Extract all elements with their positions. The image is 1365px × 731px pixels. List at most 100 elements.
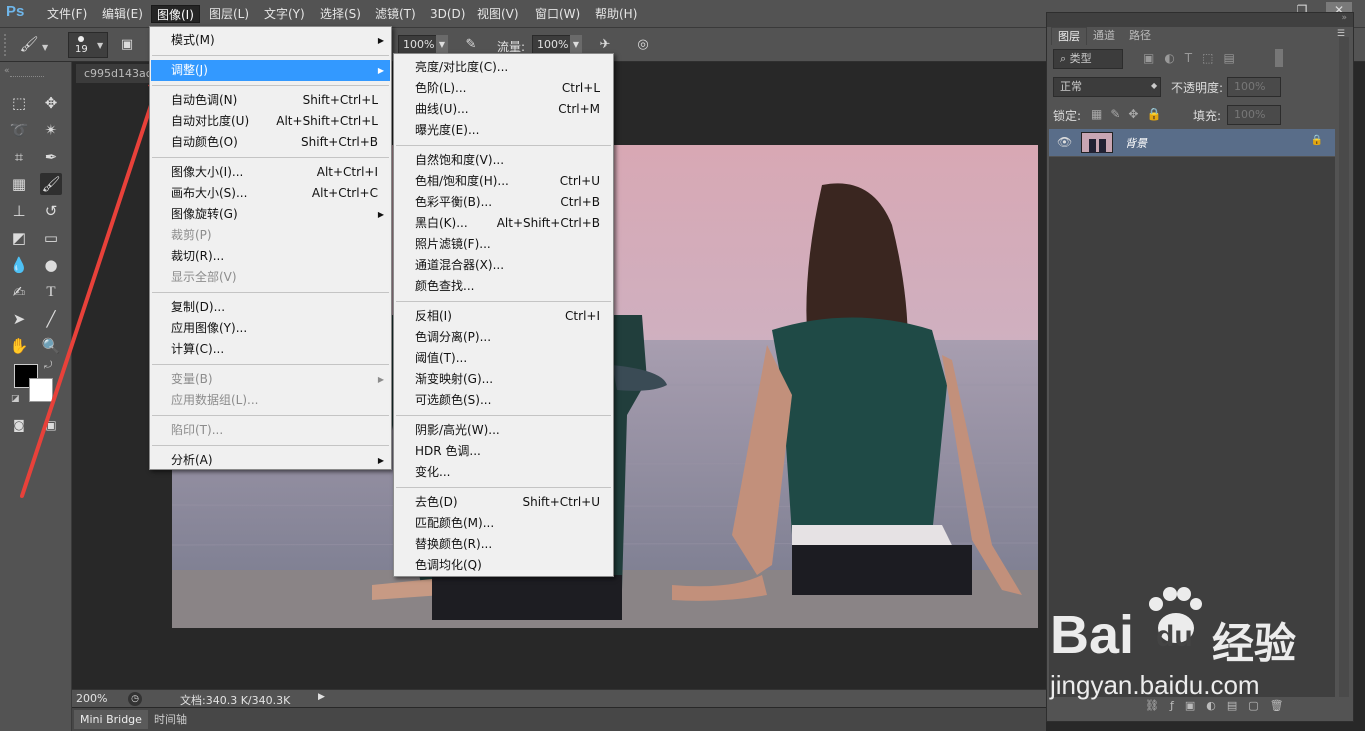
menu-item[interactable]: 阈值(T)... xyxy=(395,348,612,369)
menu-filter[interactable]: 滤镜(T) xyxy=(370,5,421,23)
chevron-down-icon: ◆ xyxy=(1151,81,1158,90)
menu-item[interactable]: 模式(M) ▶ xyxy=(151,30,390,51)
menu-item-label: 通道混合器(X)... xyxy=(415,258,505,272)
menu-item[interactable]: 分析(A) ▶ xyxy=(151,450,390,471)
zoom-level[interactable]: 200% xyxy=(76,692,107,705)
menu-item-label: 色调分离(P)... xyxy=(415,330,492,344)
menu-item-label: 应用数据组(L)... xyxy=(171,393,259,407)
menu-item[interactable]: HDR 色调... xyxy=(395,441,612,462)
status-menu-arrow-icon[interactable]: ▶ xyxy=(318,692,325,702)
flow-dropdown-icon[interactable]: ▼ xyxy=(570,35,582,55)
menu-item[interactable]: 自动色调(N) Shift+Ctrl+L xyxy=(151,90,390,111)
tab-paths[interactable]: 路径 xyxy=(1123,27,1157,45)
menu-item-label: 分析(A) xyxy=(171,453,213,467)
menu-item[interactable]: 图像大小(I)... Alt+Ctrl+I xyxy=(151,162,390,183)
menu-item[interactable]: 照片滤镜(F)... xyxy=(395,234,612,255)
filter-icons[interactable]: ▣◐T⬚▤ xyxy=(1143,51,1245,65)
menu-item-label: HDR 色调... xyxy=(415,444,481,458)
menu-item-label: 曝光度(E)... xyxy=(415,123,480,137)
blend-mode-select[interactable]: 正常 xyxy=(1053,77,1161,97)
tab-channels[interactable]: 通道 xyxy=(1087,27,1121,45)
menu-item[interactable]: 自动颜色(O) Shift+Ctrl+B xyxy=(151,132,390,153)
menu-item-label: 渐变映射(G)... xyxy=(415,372,494,386)
menu-select[interactable]: 选择(S) xyxy=(315,5,366,23)
menu-item[interactable]: 可选颜色(S)... xyxy=(395,390,612,411)
menu-separator xyxy=(152,445,389,446)
menu-separator xyxy=(396,487,611,488)
layer-row-background[interactable]: 👁 背景 🔒 xyxy=(1049,129,1335,156)
menu-item[interactable]: 通道混合器(X)... xyxy=(395,255,612,276)
tab-mini-bridge[interactable]: Mini Bridge xyxy=(74,710,148,729)
menu-separator xyxy=(396,301,611,302)
menu-item[interactable]: 计算(C)... xyxy=(151,339,390,360)
menu-item-label: 显示全部(V) xyxy=(171,270,237,284)
filter-toggle[interactable] xyxy=(1275,49,1283,67)
menu-item[interactable]: 应用图像(Y)... xyxy=(151,318,390,339)
menu-separator xyxy=(396,145,611,146)
menu-item[interactable]: 调整(J) ▶ xyxy=(151,60,390,81)
status-info-icon[interactable]: ◷ xyxy=(128,692,142,706)
lock-icons[interactable]: ▦✎✥🔒 xyxy=(1091,107,1169,121)
menu-item-label: 变化... xyxy=(415,465,451,479)
menu-item[interactable]: 画布大小(S)... Alt+Ctrl+C xyxy=(151,183,390,204)
menu-separator xyxy=(152,157,389,158)
menu-window[interactable]: 窗口(W) xyxy=(530,5,585,23)
watermark-brand: Bai xyxy=(1050,605,1135,665)
menu-help[interactable]: 帮助(H) xyxy=(590,5,642,23)
layer-opacity-field[interactable]: 100% xyxy=(1227,77,1281,97)
menu-item[interactable]: 反相(I) Ctrl+I xyxy=(395,306,612,327)
menu-item[interactable]: 复制(D)... xyxy=(151,297,390,318)
menu-item[interactable]: 色调分离(P)... xyxy=(395,327,612,348)
layer-filter-kind[interactable]: ⌕ 类型 xyxy=(1053,49,1123,69)
menu-item-label: 反相(I) xyxy=(415,309,452,323)
menu-item[interactable]: 色彩平衡(B)... Ctrl+B xyxy=(395,192,612,213)
menu-item-label: 色相/饱和度(H)... xyxy=(415,174,509,188)
tab-timeline[interactable]: 时间轴 xyxy=(148,710,193,729)
menu-item-label: 陷印(T)... xyxy=(171,423,224,437)
menu-item[interactable]: 亮度/对比度(C)... xyxy=(395,57,612,78)
menu-item[interactable]: 变化... xyxy=(395,462,612,483)
watermark-brand-suffix: du xyxy=(1156,620,1193,653)
flow-field[interactable]: 100% xyxy=(532,35,572,55)
fill-field[interactable]: 100% xyxy=(1227,105,1281,125)
menu-item-shortcut: Shift+Ctrl+L xyxy=(302,93,378,107)
opacity-field[interactable]: 100% xyxy=(398,35,438,55)
menu-separator xyxy=(152,55,389,56)
pressure-size-icon[interactable]: ◎ xyxy=(632,34,654,56)
tab-layers[interactable]: 图层 xyxy=(1051,27,1087,45)
menu-item[interactable]: 曝光度(E)... xyxy=(395,120,612,141)
menu-item[interactable]: 色调均化(Q) xyxy=(395,555,612,576)
menu-item-shortcut: Alt+Ctrl+I xyxy=(316,165,378,179)
menu-3d[interactable]: 3D(D) xyxy=(425,5,470,23)
lock-icon: 🔒 xyxy=(1310,135,1323,146)
menu-item[interactable]: 色阶(L)... Ctrl+L xyxy=(395,78,612,99)
menu-item[interactable]: 匹配颜色(M)... xyxy=(395,513,612,534)
status-bar: 200% ◷ 文档:340.3 K/340.3K ▶ xyxy=(72,689,1046,707)
opacity-dropdown-icon[interactable]: ▼ xyxy=(436,35,448,55)
menu-item-shortcut: Ctrl+L xyxy=(561,81,600,95)
menu-item[interactable]: 替换颜色(R)... xyxy=(395,534,612,555)
menu-item-shortcut: Ctrl+U xyxy=(559,174,600,188)
menu-item[interactable]: 阴影/高光(W)... xyxy=(395,420,612,441)
menu-item[interactable]: 颜色查找... xyxy=(395,276,612,297)
menu-item[interactable]: 自然饱和度(V)... xyxy=(395,150,612,171)
menu-item[interactable]: 黑白(K)... Alt+Shift+Ctrl+B xyxy=(395,213,612,234)
menu-item: 变量(B) ▶ xyxy=(151,369,390,390)
menu-item[interactable]: 去色(D) Shift+Ctrl+U xyxy=(395,492,612,513)
menu-item-label: 调整(J) xyxy=(171,63,208,77)
menu-view[interactable]: 视图(V) xyxy=(472,5,524,23)
submenu-arrow-icon: ▶ xyxy=(377,375,384,384)
visibility-eye-icon[interactable]: 👁 xyxy=(1057,135,1072,149)
menu-item: 应用数据组(L)... xyxy=(151,390,390,411)
menu-item-label: 裁切(R)... xyxy=(171,249,225,263)
menu-item-label: 图像旋转(G) xyxy=(171,207,238,221)
menu-item[interactable]: 裁切(R)... xyxy=(151,246,390,267)
menu-item[interactable]: 图像旋转(G) ▶ xyxy=(151,204,390,225)
collapse-panel-icon[interactable]: » xyxy=(1341,13,1347,23)
menu-separator xyxy=(152,85,389,86)
menu-item[interactable]: 自动对比度(U) Alt+Shift+Ctrl+L xyxy=(151,111,390,132)
menu-item[interactable]: 渐变映射(G)... xyxy=(395,369,612,390)
menu-item[interactable]: 色相/饱和度(H)... Ctrl+U xyxy=(395,171,612,192)
menu-item-label: 自动对比度(U) xyxy=(171,114,250,128)
menu-item[interactable]: 曲线(U)... Ctrl+M xyxy=(395,99,612,120)
